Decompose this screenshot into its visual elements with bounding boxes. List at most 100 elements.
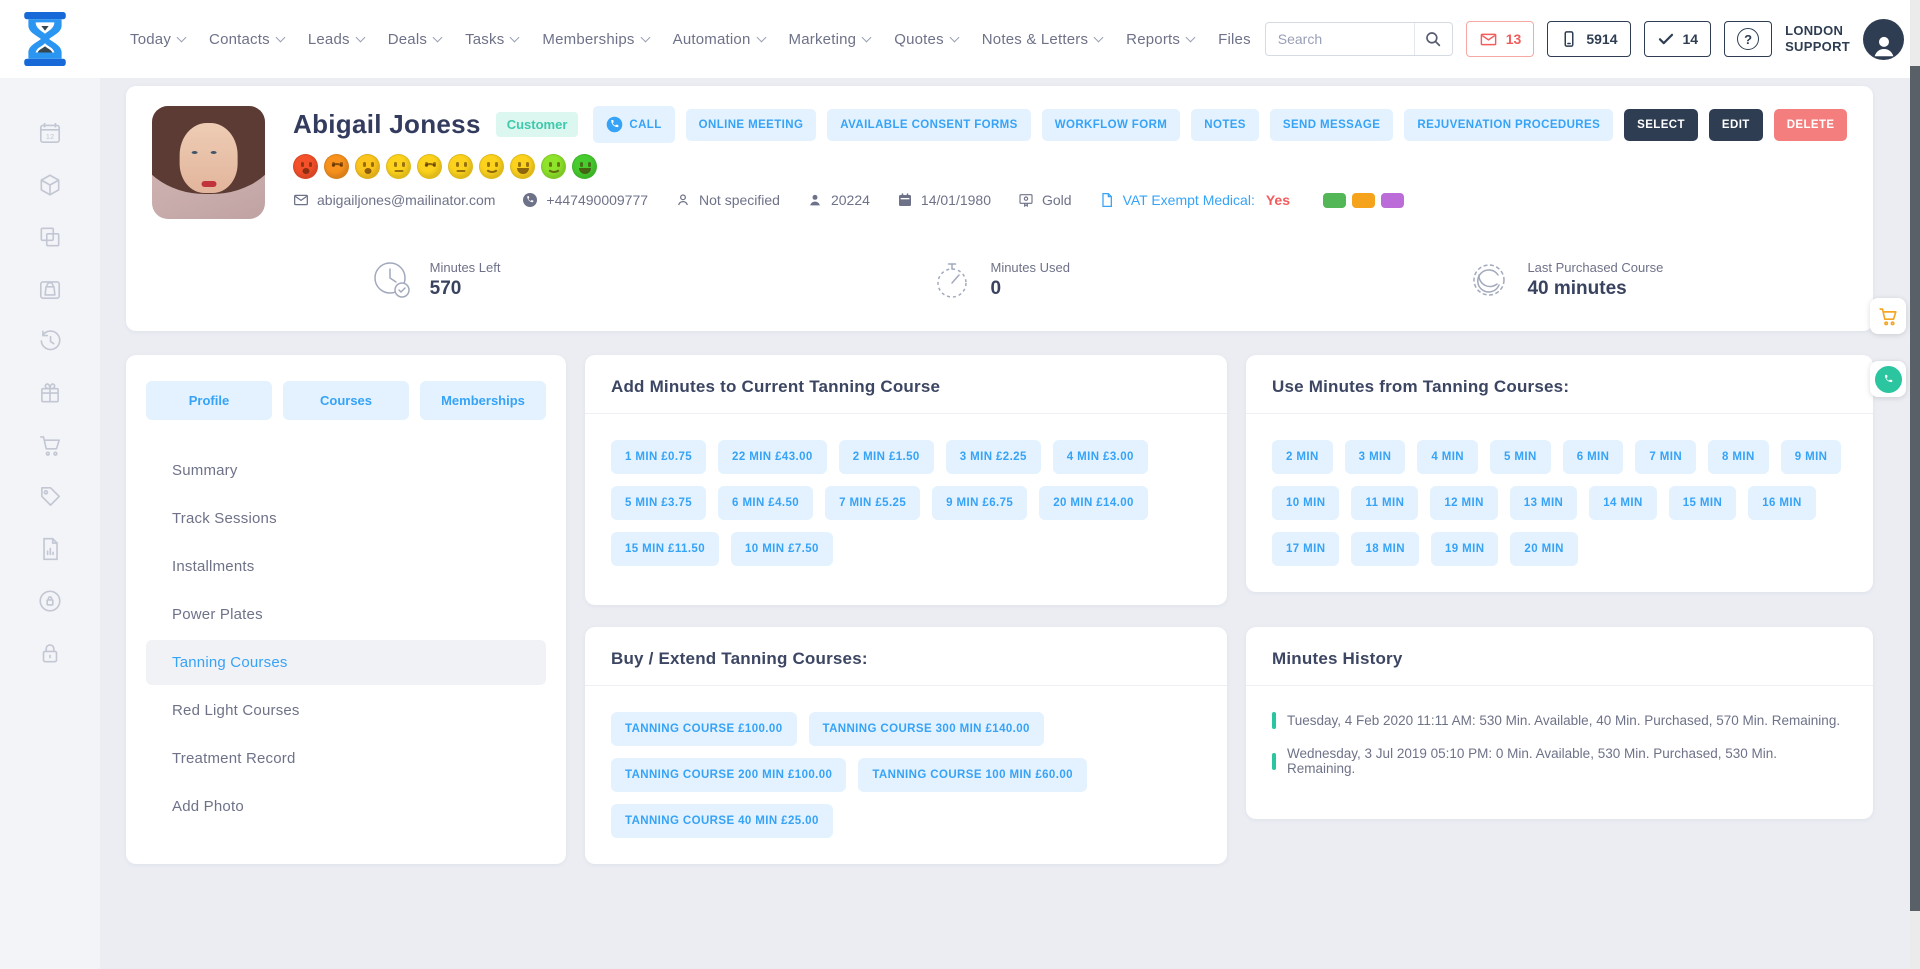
add-minutes-option[interactable]: 20 MIN £14.00: [1039, 486, 1148, 520]
nav-item[interactable]: Reports: [1126, 31, 1194, 48]
profile-action-button[interactable]: REJUVENATION PROCEDURES: [1404, 109, 1613, 141]
copy-icon[interactable]: [37, 224, 63, 250]
nav-item[interactable]: Marketing: [789, 31, 871, 48]
nav-item[interactable]: Tasks: [465, 31, 518, 48]
course-menu-item[interactable]: Tanning Courses: [146, 640, 546, 685]
price-tag-icon[interactable]: [37, 484, 63, 510]
user-privacy-icon[interactable]: [37, 588, 63, 614]
buy-course-option[interactable]: TANNING COURSE 40 MIN £25.00: [611, 804, 833, 838]
profile-action-button[interactable]: ONLINE MEETING: [686, 109, 817, 141]
mood-emoji[interactable]: [417, 154, 442, 179]
use-minutes-option[interactable]: 5 MIN: [1490, 440, 1551, 474]
vertical-scrollbar[interactable]: [1910, 0, 1920, 969]
order-calendar-icon[interactable]: [37, 276, 63, 302]
mood-emoji[interactable]: [510, 154, 535, 179]
history-icon[interactable]: [37, 328, 63, 354]
use-minutes-option[interactable]: 12 MIN: [1430, 486, 1497, 520]
use-minutes-option[interactable]: 8 MIN: [1708, 440, 1769, 474]
help-button[interactable]: ?: [1724, 21, 1772, 57]
package-icon[interactable]: [37, 172, 63, 198]
mood-emoji[interactable]: [572, 154, 597, 179]
use-minutes-option[interactable]: 18 MIN: [1351, 532, 1418, 566]
add-minutes-option[interactable]: 6 MIN £4.50: [718, 486, 813, 520]
calendar-12-icon[interactable]: 12: [37, 120, 63, 146]
profile-vat-exempt[interactable]: VAT Exempt Medical: Yes: [1099, 192, 1290, 208]
mood-emoji[interactable]: [479, 154, 504, 179]
add-minutes-option[interactable]: 9 MIN £6.75: [932, 486, 1027, 520]
nav-item[interactable]: Leads: [308, 31, 364, 48]
use-minutes-option[interactable]: 10 MIN: [1272, 486, 1339, 520]
add-minutes-option[interactable]: 15 MIN £11.50: [611, 532, 719, 566]
profile-action-button[interactable]: NOTES: [1191, 109, 1259, 141]
add-minutes-option[interactable]: 22 MIN £43.00: [718, 440, 827, 474]
scrollbar-thumb[interactable]: [1910, 66, 1920, 911]
buy-course-option[interactable]: TANNING COURSE 200 MIN £100.00: [611, 758, 846, 792]
select-button[interactable]: SELECT: [1624, 109, 1698, 141]
mood-emoji[interactable]: [448, 154, 473, 179]
add-minutes-option[interactable]: 1 MIN £0.75: [611, 440, 706, 474]
call-button[interactable]: CALL: [593, 106, 674, 143]
course-menu-item[interactable]: Track Sessions: [146, 496, 546, 541]
lock-icon[interactable]: [37, 640, 63, 666]
nav-item[interactable]: Contacts: [209, 31, 284, 48]
app-logo[interactable]: [22, 12, 68, 66]
use-minutes-option[interactable]: 14 MIN: [1589, 486, 1656, 520]
buy-course-option[interactable]: TANNING COURSE 100 MIN £60.00: [858, 758, 1087, 792]
mail-badge[interactable]: 13: [1466, 21, 1535, 57]
use-minutes-option[interactable]: 4 MIN: [1417, 440, 1478, 474]
search-input[interactable]: [1266, 31, 1414, 47]
add-minutes-option[interactable]: 5 MIN £3.75: [611, 486, 706, 520]
course-tab[interactable]: Courses: [283, 381, 409, 420]
cart-icon[interactable]: [37, 432, 63, 458]
use-minutes-option[interactable]: 20 MIN: [1510, 532, 1577, 566]
profile-action-button[interactable]: AVAILABLE CONSENT FORMS: [827, 109, 1030, 141]
use-minutes-option[interactable]: 15 MIN: [1669, 486, 1736, 520]
mood-emoji[interactable]: [324, 154, 349, 179]
color-tag-swatch[interactable]: [1381, 193, 1404, 208]
use-minutes-option[interactable]: 2 MIN: [1272, 440, 1333, 474]
mood-emoji[interactable]: [386, 154, 411, 179]
profile-action-button[interactable]: WORKFLOW FORM: [1042, 109, 1181, 141]
phone-badge[interactable]: 5914: [1547, 21, 1630, 57]
buy-course-option[interactable]: TANNING COURSE 300 MIN £140.00: [809, 712, 1044, 746]
nav-item[interactable]: Files: [1218, 31, 1265, 48]
add-minutes-option[interactable]: 7 MIN £5.25: [825, 486, 920, 520]
user-avatar[interactable]: [1863, 19, 1904, 60]
use-minutes-option[interactable]: 9 MIN: [1781, 440, 1842, 474]
nav-item[interactable]: Quotes: [894, 31, 958, 48]
course-menu-item[interactable]: Add Photo: [146, 784, 546, 829]
edit-button[interactable]: EDIT: [1709, 109, 1763, 141]
buy-course-option[interactable]: TANNING COURSE £100.00: [611, 712, 797, 746]
use-minutes-option[interactable]: 3 MIN: [1345, 440, 1406, 474]
tasks-badge[interactable]: 14: [1644, 21, 1712, 57]
use-minutes-option[interactable]: 17 MIN: [1272, 532, 1339, 566]
add-minutes-option[interactable]: 10 MIN £7.50: [731, 532, 833, 566]
search-button[interactable]: [1414, 23, 1452, 55]
use-minutes-option[interactable]: 13 MIN: [1510, 486, 1577, 520]
report-doc-icon[interactable]: [37, 536, 63, 562]
delete-button[interactable]: DELETE: [1774, 109, 1848, 141]
course-menu-item[interactable]: Red Light Courses: [146, 688, 546, 733]
add-minutes-option[interactable]: 3 MIN £2.25: [946, 440, 1041, 474]
profile-action-button[interactable]: SEND MESSAGE: [1270, 109, 1393, 141]
add-minutes-option[interactable]: 2 MIN £1.50: [839, 440, 934, 474]
nav-item[interactable]: Today: [130, 31, 185, 48]
use-minutes-option[interactable]: 19 MIN: [1431, 532, 1498, 566]
course-menu-item[interactable]: Summary: [146, 448, 546, 493]
course-menu-item[interactable]: Installments: [146, 544, 546, 589]
color-tag-swatch[interactable]: [1352, 193, 1375, 208]
course-menu-item[interactable]: Power Plates: [146, 592, 546, 637]
mood-emoji[interactable]: [355, 154, 380, 179]
mood-emoji[interactable]: [541, 154, 566, 179]
nav-item[interactable]: Memberships: [542, 31, 648, 48]
use-minutes-option[interactable]: 6 MIN: [1563, 440, 1624, 474]
course-tab[interactable]: Memberships: [420, 381, 546, 420]
nav-item[interactable]: Deals: [388, 31, 441, 48]
floating-call-button[interactable]: [1870, 361, 1906, 397]
floating-cart-button[interactable]: [1870, 298, 1906, 334]
course-menu-item[interactable]: Treatment Record: [146, 736, 546, 781]
gift-icon[interactable]: [37, 380, 63, 406]
mood-emoji[interactable]: [293, 154, 318, 179]
nav-item[interactable]: Automation: [673, 31, 765, 48]
add-minutes-option[interactable]: 4 MIN £3.00: [1053, 440, 1148, 474]
